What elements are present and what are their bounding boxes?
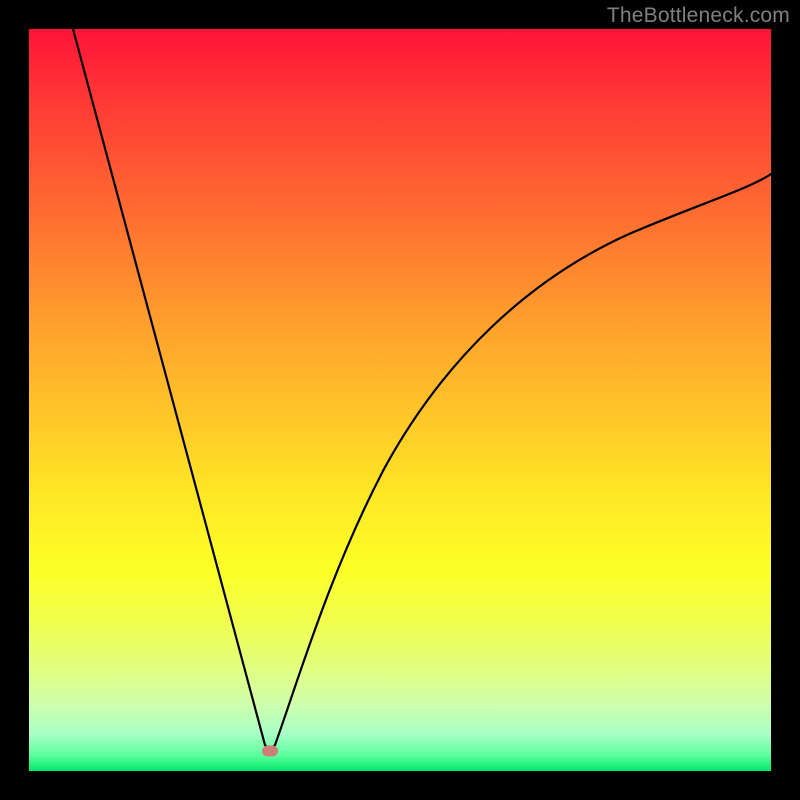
curve-path [73,29,771,748]
watermark-text: TheBottleneck.com [607,4,790,28]
plot-area [29,29,771,771]
bottleneck-curve [29,29,771,771]
chart-frame: TheBottleneck.com [0,0,800,800]
optimum-marker [262,746,278,757]
